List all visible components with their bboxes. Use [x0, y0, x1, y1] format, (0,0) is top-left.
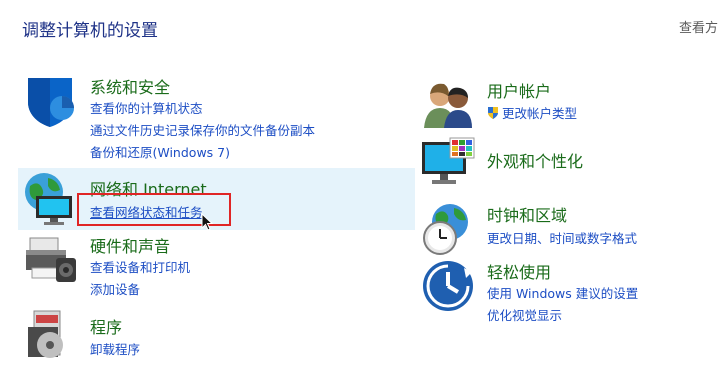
link-add-device[interactable]: 添加设备	[90, 279, 140, 298]
link-optimize-visual-display[interactable]: 优化视觉显示	[487, 305, 562, 324]
link-change-account-type[interactable]: 更改帐户类型	[487, 103, 577, 122]
page-title: 调整计算机的设置	[22, 21, 158, 41]
uac-shield-icon	[487, 106, 499, 120]
link-change-account-type-label: 更改帐户类型	[502, 106, 578, 121]
category-title-hardware-sound[interactable]: 硬件和声音	[90, 233, 170, 257]
programs-disc-icon	[22, 305, 78, 361]
ease-of-access-icon	[420, 258, 476, 314]
link-devices-printers[interactable]: 查看设备和打印机	[90, 257, 190, 276]
category-title-ease-of-access[interactable]: 轻松使用	[487, 259, 551, 283]
category-title-clock-region[interactable]: 时钟和区域	[487, 202, 567, 226]
security-shield-icon	[22, 72, 78, 128]
view-by-label[interactable]: 查看方	[679, 17, 718, 36]
users-icon	[420, 74, 476, 130]
link-windows-recommended-settings[interactable]: 使用 Windows 建议的设置	[487, 283, 638, 302]
printer-icon	[22, 232, 78, 288]
link-change-date-time[interactable]: 更改日期、时间或数字格式	[487, 228, 637, 247]
link-backup-restore[interactable]: 备份和还原(Windows 7)	[90, 142, 230, 161]
link-file-history-backup[interactable]: 通过文件历史记录保存你的文件备份副本	[90, 120, 315, 139]
category-title-user-accounts[interactable]: 用户帐户	[487, 78, 551, 102]
category-title-appearance[interactable]: 外观和个性化	[487, 148, 583, 172]
link-view-computer-status[interactable]: 查看你的计算机状态	[90, 98, 203, 117]
network-globe-icon	[22, 170, 78, 226]
monitor-palette-icon	[420, 136, 476, 192]
link-uninstall-program[interactable]: 卸载程序	[90, 339, 140, 358]
clock-globe-icon	[420, 200, 476, 256]
mouse-cursor-icon	[201, 212, 214, 231]
category-title-programs[interactable]: 程序	[90, 314, 122, 338]
category-title-system-security[interactable]: 系统和安全	[90, 74, 170, 98]
